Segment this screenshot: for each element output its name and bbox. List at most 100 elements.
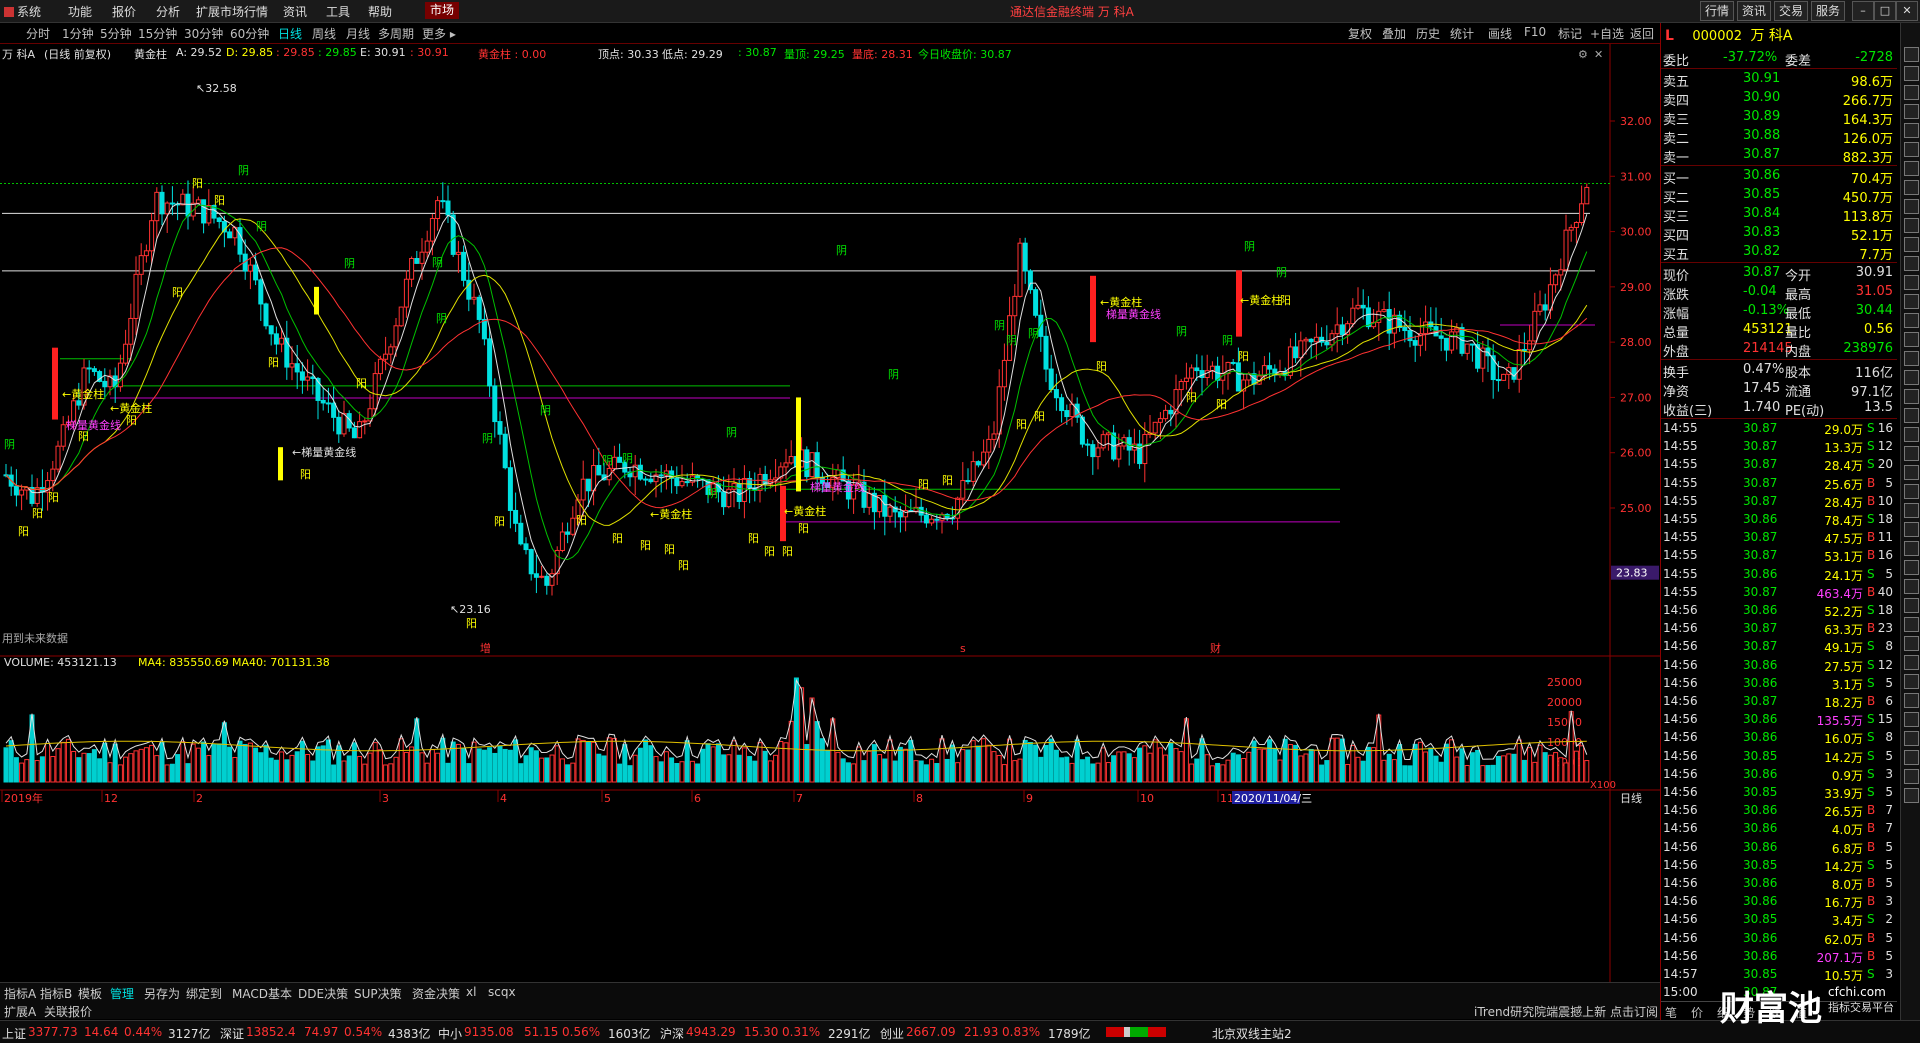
toolbar-icon[interactable] (1904, 484, 1919, 499)
tab-related-quote[interactable]: 关联报价 (44, 1003, 92, 1020)
toolbar-icon[interactable] (1904, 389, 1919, 404)
toolbar-icon[interactable] (1904, 294, 1919, 309)
close-icon[interactable]: ✕ (1896, 1, 1918, 21)
period-daily[interactable]: 日线 (278, 25, 302, 42)
toolbar-icon[interactable] (1904, 313, 1919, 328)
toolbar-icon[interactable] (1904, 275, 1919, 290)
period-more[interactable]: 更多 ▸ (422, 25, 456, 42)
tool-stats[interactable]: 统计 (1450, 25, 1474, 42)
service-button[interactable]: 服务 (1811, 1, 1846, 21)
tab-2[interactable]: 模板 (78, 985, 102, 1002)
tab-1[interactable]: 指标B (40, 985, 72, 1002)
toolbar-icon[interactable] (1904, 256, 1919, 271)
tab-10[interactable]: xl (466, 985, 476, 999)
tab-8[interactable]: SUP决策 (354, 985, 402, 1002)
tab-price[interactable]: 价 (1691, 1004, 1703, 1021)
tab-7[interactable]: DDE决策 (298, 985, 348, 1002)
news-ticker[interactable]: iTrend研究院端震撼上新 点击订阅 (1474, 1003, 1658, 1020)
toolbar-icon[interactable] (1904, 427, 1919, 442)
toolbar-icon[interactable] (1904, 750, 1919, 765)
toolbar-icon[interactable] (1904, 617, 1919, 632)
hs-label[interactable]: 沪深 (660, 1025, 684, 1042)
period-multi[interactable]: 多周期 (378, 25, 414, 42)
menu-ext-market[interactable]: 扩展市场行情 (196, 3, 268, 20)
tool-restore-rights[interactable]: 复权 (1348, 25, 1372, 42)
tool-history[interactable]: 历史 (1416, 25, 1440, 42)
toolbar-icon[interactable] (1904, 104, 1919, 119)
toolbar-icon[interactable] (1904, 788, 1919, 803)
tool-back[interactable]: 返回 (1630, 25, 1654, 42)
quote-button[interactable]: 行情 (1700, 1, 1735, 21)
toolbar-icon[interactable] (1904, 446, 1919, 461)
minimize-icon[interactable]: – (1852, 1, 1874, 21)
toolbar-icon[interactable] (1904, 161, 1919, 176)
toolbar-icon[interactable] (1904, 503, 1919, 518)
toolbar-icon[interactable] (1904, 731, 1919, 746)
period-5min[interactable]: 5分钟 (100, 25, 132, 42)
menu-news[interactable]: 资讯 (283, 3, 307, 20)
sh-label[interactable]: 上证 (2, 1025, 26, 1042)
menu-analysis[interactable]: 分析 (156, 3, 180, 20)
menu-function[interactable]: 功能 (68, 3, 92, 20)
toolbar-icon[interactable] (1904, 579, 1919, 594)
period-15min[interactable]: 15分钟 (138, 25, 177, 42)
tab-9[interactable]: 资金决策 (412, 985, 460, 1002)
tool-overlay[interactable]: 叠加 (1382, 25, 1406, 42)
period-1min[interactable]: 1分钟 (62, 25, 94, 42)
market-button[interactable]: 市场 (425, 2, 460, 19)
tool-draw[interactable]: 画线 (1488, 25, 1512, 42)
trade-button[interactable]: 交易 (1774, 1, 1809, 21)
toolbar-icon[interactable] (1904, 636, 1919, 651)
toolbar-icon[interactable] (1904, 370, 1919, 385)
tool-mark[interactable]: 标记 (1558, 25, 1582, 42)
toolbar-icon[interactable] (1904, 712, 1919, 727)
cy-label[interactable]: 创业 (880, 1025, 904, 1042)
period-weekly[interactable]: 周线 (312, 25, 336, 42)
menu-quote[interactable]: 报价 (112, 3, 136, 20)
toolbar-icon[interactable] (1904, 408, 1919, 423)
toolbar-icon[interactable] (1904, 180, 1919, 195)
tool-add-favorite[interactable]: +自选 (1590, 25, 1624, 42)
tool-f10[interactable]: F10 (1524, 25, 1546, 39)
period-timeshare[interactable]: 分时 (26, 25, 50, 42)
menu-system[interactable]: 系统 (4, 3, 41, 20)
tab-trades[interactable]: 笔 (1665, 1004, 1677, 1021)
server-name[interactable]: 北京双线主站2 (1212, 1025, 1292, 1042)
toolbar-icon[interactable] (1904, 465, 1919, 480)
tab-11[interactable]: scqx (488, 985, 516, 999)
toolbar-icon[interactable] (1904, 674, 1919, 689)
sz-label[interactable]: 深证 (220, 1025, 244, 1042)
chart-settings-icon[interactable]: ⚙ (1578, 48, 1588, 61)
toolbar-icon[interactable] (1904, 218, 1919, 233)
info-button[interactable]: 资讯 (1737, 1, 1772, 21)
tab-ext-a[interactable]: 扩展A (4, 1003, 36, 1020)
zx-label[interactable]: 中小 (438, 1025, 462, 1042)
period-monthly[interactable]: 月线 (346, 25, 370, 42)
tab-6[interactable]: MACD基本 (232, 985, 292, 1002)
menu-help[interactable]: 帮助 (368, 3, 392, 20)
tab-0[interactable]: 指标A (4, 985, 36, 1002)
toolbar-icon[interactable] (1904, 237, 1919, 252)
toolbar-icon[interactable] (1904, 541, 1919, 556)
toolbar-icon[interactable] (1904, 199, 1919, 214)
toolbar-icon[interactable] (1904, 693, 1919, 708)
toolbar-icon[interactable] (1904, 142, 1919, 157)
toolbar-icon[interactable] (1904, 598, 1919, 613)
toolbar-icon[interactable] (1904, 123, 1919, 138)
chart-close-icon[interactable]: ✕ (1594, 48, 1603, 61)
toolbar-icon[interactable] (1904, 47, 1919, 62)
toolbar-icon[interactable] (1904, 85, 1919, 100)
toolbar-icon[interactable] (1904, 769, 1919, 784)
toolbar-icon[interactable] (1904, 560, 1919, 575)
tab-5[interactable]: 绑定到 (186, 985, 222, 1002)
kline-chart-area[interactable]: 32.00 31.00 30.00 29.00 28.00 27.00 26.00 25.00… (0, 44, 1660, 982)
toolbar-icon[interactable] (1904, 655, 1919, 670)
tab-3[interactable]: 管理 (110, 985, 134, 1002)
period-60min[interactable]: 60分钟 (230, 25, 269, 42)
toolbar-icon[interactable] (1904, 522, 1919, 537)
tab-4[interactable]: 另存为 (144, 985, 180, 1002)
period-30min[interactable]: 30分钟 (184, 25, 223, 42)
toolbar-icon[interactable] (1904, 332, 1919, 347)
toolbar-icon[interactable] (1904, 351, 1919, 366)
menu-tools[interactable]: 工具 (326, 3, 350, 20)
